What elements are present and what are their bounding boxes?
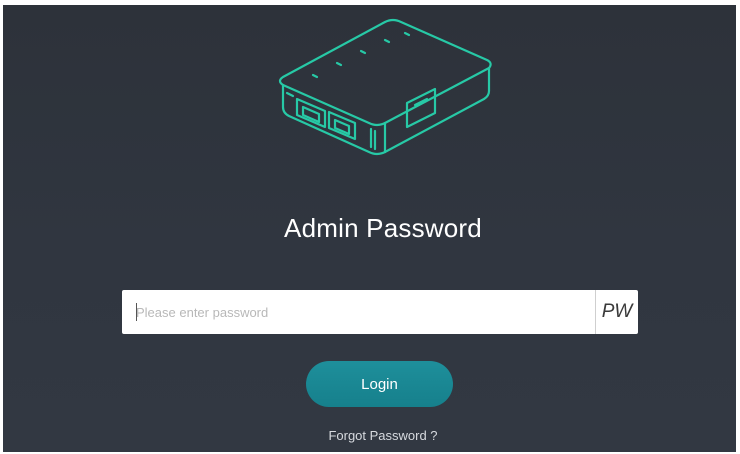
router-device-icon: [278, 18, 492, 156]
text-cursor: [136, 303, 137, 321]
page-title: Admin Password: [284, 213, 482, 243]
login-button[interactable]: Login: [306, 361, 453, 407]
password-field[interactable]: PW: [122, 290, 638, 334]
forgot-password-link[interactable]: Forgot Password ?: [3, 428, 736, 443]
login-screen: Admin Password PW Login Forgot Password …: [3, 5, 736, 452]
password-input[interactable]: [122, 290, 596, 334]
password-visibility-toggle[interactable]: PW: [595, 290, 638, 334]
